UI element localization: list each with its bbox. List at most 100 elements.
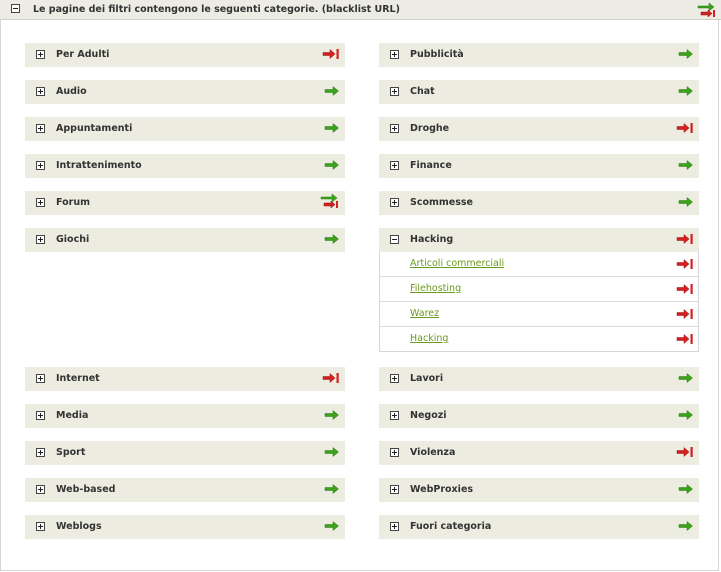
collapse-icon[interactable] bbox=[390, 235, 399, 244]
block-icon[interactable] bbox=[676, 258, 694, 270]
block-icon[interactable] bbox=[676, 122, 694, 134]
expand-icon[interactable] bbox=[36, 448, 45, 457]
category-label: Giochi bbox=[56, 234, 90, 245]
category-hacking[interactable]: Hacking bbox=[379, 228, 699, 252]
category-label: Lavori bbox=[410, 373, 444, 384]
expand-icon[interactable] bbox=[36, 124, 45, 133]
expand-icon[interactable] bbox=[36, 198, 45, 207]
category-label: Hacking bbox=[410, 234, 454, 245]
category-scommesse[interactable]: Scommesse bbox=[379, 191, 699, 215]
category-appuntamenti[interactable]: Appuntamenti bbox=[25, 117, 345, 141]
expand-icon[interactable] bbox=[390, 374, 399, 383]
subcategory-link-warez[interactable]: Warez bbox=[410, 308, 439, 319]
list-item: Hacking bbox=[380, 327, 698, 352]
category-negozi[interactable]: Negozi bbox=[379, 404, 699, 428]
block-icon[interactable] bbox=[322, 372, 340, 384]
allow-icon[interactable] bbox=[678, 483, 694, 495]
block-icon[interactable] bbox=[676, 283, 694, 295]
category-label: WebProxies bbox=[410, 484, 474, 495]
allow-icon[interactable] bbox=[678, 520, 694, 532]
category-label: Media bbox=[56, 410, 89, 421]
category-label: Finance bbox=[410, 160, 452, 171]
category-webproxies[interactable]: WebProxies bbox=[379, 478, 699, 502]
allow-icon[interactable] bbox=[324, 122, 340, 134]
subcategory-link-articoli-commerciali[interactable]: Articoli commerciali bbox=[410, 258, 504, 269]
expand-icon[interactable] bbox=[390, 411, 399, 420]
category-weblogs[interactable]: Weblogs bbox=[25, 515, 345, 539]
expand-icon[interactable] bbox=[36, 87, 45, 96]
allow-block-icon[interactable] bbox=[697, 2, 717, 18]
expand-icon[interactable] bbox=[36, 374, 45, 383]
category-label: Forum bbox=[56, 197, 90, 208]
category-label: Droghe bbox=[410, 123, 450, 134]
expand-icon[interactable] bbox=[390, 87, 399, 96]
allow-icon[interactable] bbox=[324, 85, 340, 97]
allow-icon[interactable] bbox=[678, 48, 694, 60]
category-droghe[interactable]: Droghe bbox=[379, 117, 699, 141]
expand-icon[interactable] bbox=[390, 448, 399, 457]
block-icon[interactable] bbox=[676, 233, 694, 245]
category-web-based[interactable]: Web-based bbox=[25, 478, 345, 502]
panel-header: Le pagine dei filtri contengono le segue… bbox=[0, 0, 721, 20]
panel-title: Le pagine dei filtri contengono le segue… bbox=[33, 4, 400, 15]
collapse-toggle-icon[interactable] bbox=[11, 4, 20, 13]
subcategory-link-hacking[interactable]: Hacking bbox=[410, 333, 448, 344]
expand-icon[interactable] bbox=[36, 485, 45, 494]
category-label: Violenza bbox=[410, 447, 456, 458]
category-label: Audio bbox=[56, 86, 87, 97]
category-fuori-categoria[interactable]: Fuori categoria bbox=[379, 515, 699, 539]
allow-icon[interactable] bbox=[678, 372, 694, 384]
allow-icon[interactable] bbox=[324, 159, 340, 171]
allow-icon[interactable] bbox=[324, 409, 340, 421]
expand-icon[interactable] bbox=[36, 161, 45, 170]
allow-icon[interactable] bbox=[678, 409, 694, 421]
expand-icon[interactable] bbox=[36, 50, 45, 59]
category-forum[interactable]: Forum bbox=[25, 191, 345, 215]
allow-icon[interactable] bbox=[678, 196, 694, 208]
category-giochi[interactable]: Giochi bbox=[25, 228, 345, 252]
hacking-subcategory-list: Articoli commerciali Filehosting Warez H… bbox=[379, 252, 699, 352]
category-media[interactable]: Media bbox=[25, 404, 345, 428]
category-audio[interactable]: Audio bbox=[25, 80, 345, 104]
block-icon[interactable] bbox=[676, 308, 694, 320]
block-icon[interactable] bbox=[676, 333, 694, 345]
expand-icon[interactable] bbox=[36, 411, 45, 420]
category-internet[interactable]: Internet bbox=[25, 367, 345, 391]
expand-icon[interactable] bbox=[390, 485, 399, 494]
allow-icon[interactable] bbox=[678, 85, 694, 97]
category-per-adulti[interactable]: Per Adulti bbox=[25, 43, 345, 67]
expand-icon[interactable] bbox=[390, 50, 399, 59]
category-label: Weblogs bbox=[56, 521, 102, 532]
category-pubblicita[interactable]: Pubblicità bbox=[379, 43, 699, 67]
allow-icon[interactable] bbox=[324, 483, 340, 495]
category-lavori[interactable]: Lavori bbox=[379, 367, 699, 391]
category-label: Appuntamenti bbox=[56, 123, 133, 134]
category-violenza[interactable]: Violenza bbox=[379, 441, 699, 465]
category-intrattenimento[interactable]: Intrattenimento bbox=[25, 154, 345, 178]
expand-icon[interactable] bbox=[36, 235, 45, 244]
expand-icon[interactable] bbox=[390, 161, 399, 170]
expand-icon[interactable] bbox=[390, 198, 399, 207]
expand-icon[interactable] bbox=[390, 124, 399, 133]
category-chat[interactable]: Chat bbox=[379, 80, 699, 104]
category-label: Fuori categoria bbox=[410, 521, 492, 532]
category-label: Scommesse bbox=[410, 197, 473, 208]
allow-icon[interactable] bbox=[324, 446, 340, 458]
block-icon[interactable] bbox=[322, 48, 340, 60]
category-finance[interactable]: Finance bbox=[379, 154, 699, 178]
allow-icon[interactable] bbox=[324, 233, 340, 245]
block-icon[interactable] bbox=[676, 446, 694, 458]
category-label: Intrattenimento bbox=[56, 160, 142, 171]
category-label: Web-based bbox=[56, 484, 116, 495]
expand-icon[interactable] bbox=[36, 522, 45, 531]
category-label: Per Adulti bbox=[56, 49, 110, 60]
category-label: Internet bbox=[56, 373, 100, 384]
allow-icon[interactable] bbox=[324, 520, 340, 532]
list-item: Warez bbox=[380, 302, 698, 327]
category-sport[interactable]: Sport bbox=[25, 441, 345, 465]
subcategory-link-filehosting[interactable]: Filehosting bbox=[410, 283, 461, 294]
allow-block-icon[interactable] bbox=[320, 193, 340, 209]
category-label: Sport bbox=[56, 447, 86, 458]
allow-icon[interactable] bbox=[678, 159, 694, 171]
expand-icon[interactable] bbox=[390, 522, 399, 531]
